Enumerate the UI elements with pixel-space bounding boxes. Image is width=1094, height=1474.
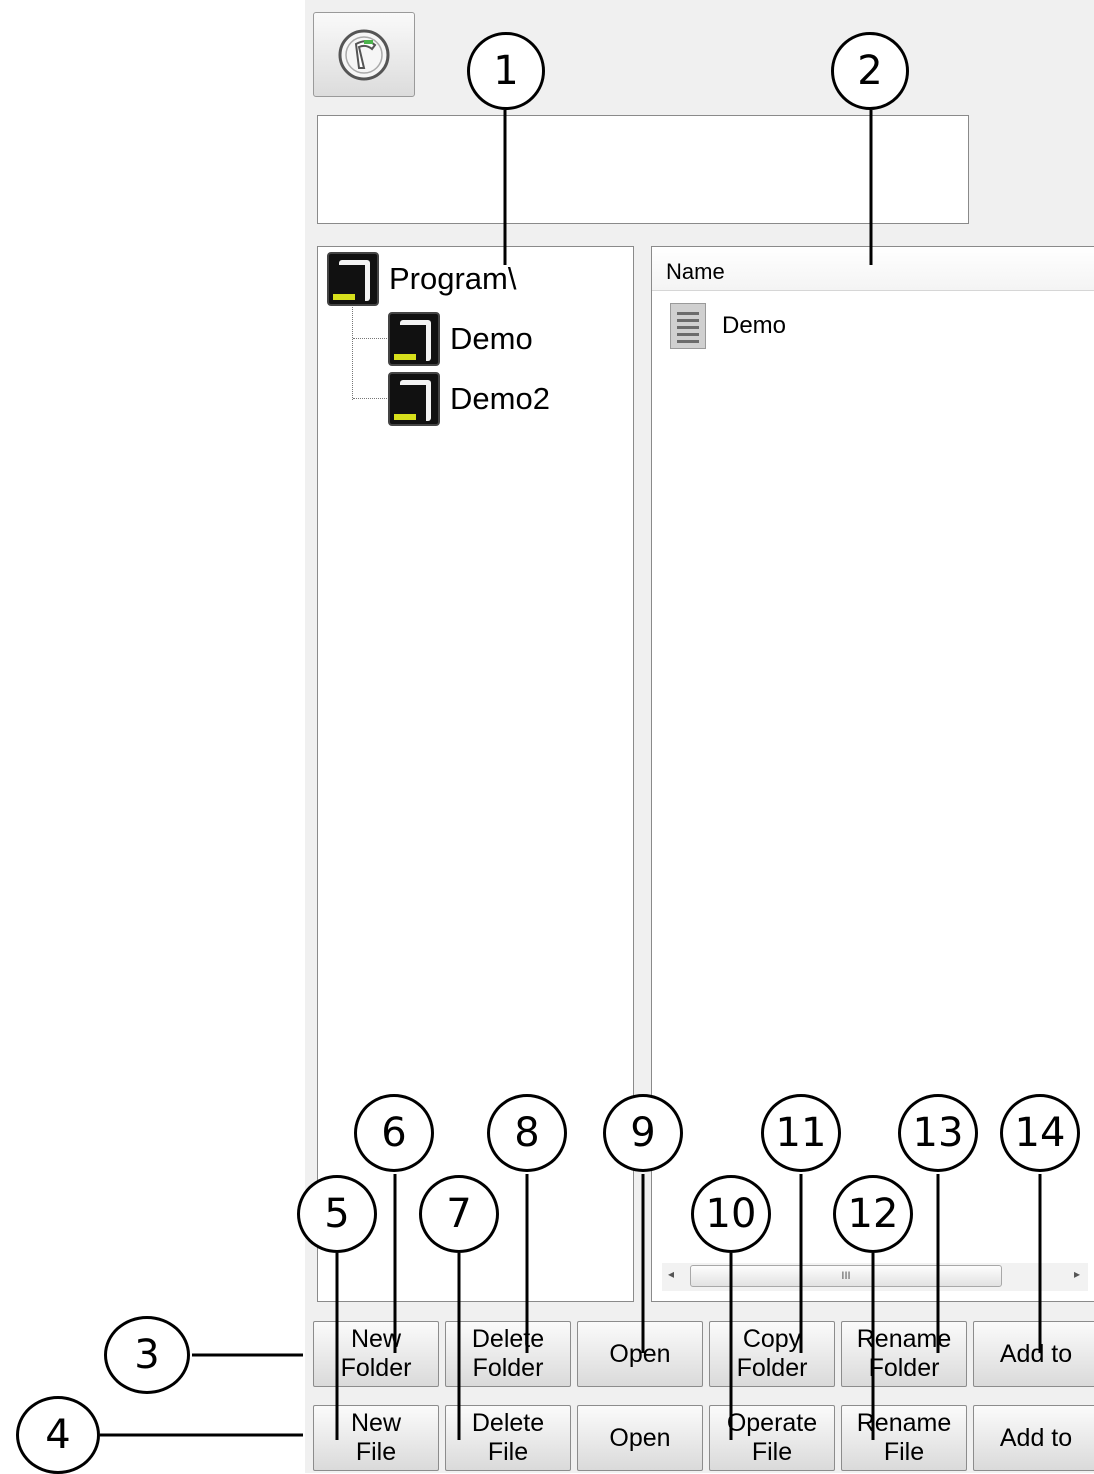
robot-folder-icon xyxy=(327,252,379,306)
list-item-label: Demo xyxy=(722,312,787,339)
callout-2: 2 xyxy=(831,32,909,110)
callout-4: 4 xyxy=(16,1396,100,1474)
callout-6: 6 xyxy=(354,1094,434,1172)
robot-folder-icon xyxy=(388,372,440,426)
rename-file-button[interactable]: Rename File xyxy=(841,1405,967,1471)
callout-9: 9 xyxy=(603,1094,683,1172)
button-label: Delete Folder xyxy=(471,1325,545,1382)
callout-14: 14 xyxy=(1000,1094,1080,1172)
list-item[interactable]: Demo xyxy=(670,303,786,349)
tree-connector xyxy=(352,305,391,400)
button-label: New File xyxy=(350,1409,401,1466)
callout-13: 13 xyxy=(898,1094,978,1172)
open-folder-button[interactable]: Open xyxy=(577,1321,703,1387)
scroll-right-arrow-icon[interactable]: ▸ xyxy=(1074,1267,1080,1281)
callout-3: 3 xyxy=(104,1316,190,1394)
tree-node-label: Program\ xyxy=(389,261,517,296)
app-button[interactable] xyxy=(313,12,415,97)
button-label: Delete File xyxy=(471,1409,545,1466)
button-label: Rename File xyxy=(856,1409,952,1466)
add-to-file-button[interactable]: Add to xyxy=(973,1405,1094,1471)
button-label: Operate File xyxy=(726,1409,818,1466)
rename-folder-button[interactable]: Rename Folder xyxy=(841,1321,967,1387)
button-label: Copy Folder xyxy=(736,1325,808,1382)
tree-node-label: Demo xyxy=(450,321,533,356)
delete-folder-button[interactable]: Delete Folder xyxy=(445,1321,571,1387)
file-button-row: New File Delete File Open Operate File Rena… xyxy=(313,1405,1094,1471)
callout-11: 11 xyxy=(761,1094,841,1172)
callout-12: 12 xyxy=(833,1175,913,1253)
new-folder-button[interactable]: New Folder xyxy=(313,1321,439,1387)
add-to-folder-button[interactable]: Add to xyxy=(973,1321,1094,1387)
callout-10: 10 xyxy=(691,1175,771,1253)
folder-button-row: New Folder Delete Folder Open Copy Folder R… xyxy=(313,1321,1094,1387)
callout-7: 7 xyxy=(419,1175,499,1253)
document-icon xyxy=(670,303,706,349)
robot-folder-icon xyxy=(388,312,440,366)
tree-node-demo2[interactable]: Demo2 xyxy=(388,370,550,428)
callout-5: 5 xyxy=(297,1175,377,1253)
tree-node-demo[interactable]: Demo xyxy=(388,310,533,368)
delete-file-button[interactable]: Delete File xyxy=(445,1405,571,1471)
open-file-button[interactable]: Open xyxy=(577,1405,703,1471)
column-header-name[interactable]: Name xyxy=(652,247,1094,291)
scroll-left-arrow-icon[interactable]: ◂ xyxy=(668,1267,674,1281)
tree-node-label: Demo2 xyxy=(450,381,550,416)
button-label: Rename Folder xyxy=(856,1325,952,1382)
scroll-thumb[interactable]: III xyxy=(690,1265,1002,1287)
operate-file-button[interactable]: Operate File xyxy=(709,1405,835,1471)
copy-folder-button[interactable]: Copy Folder xyxy=(709,1321,835,1387)
robot-arm-icon xyxy=(338,29,390,80)
callout-8: 8 xyxy=(487,1094,567,1172)
button-label: New Folder xyxy=(340,1325,412,1382)
tree-node-root[interactable]: Program\ xyxy=(327,250,516,308)
new-file-button[interactable]: New File xyxy=(313,1405,439,1471)
callout-1: 1 xyxy=(467,32,545,110)
path-display xyxy=(317,115,969,224)
horizontal-scrollbar[interactable]: ◂ III ▸ xyxy=(662,1263,1088,1291)
